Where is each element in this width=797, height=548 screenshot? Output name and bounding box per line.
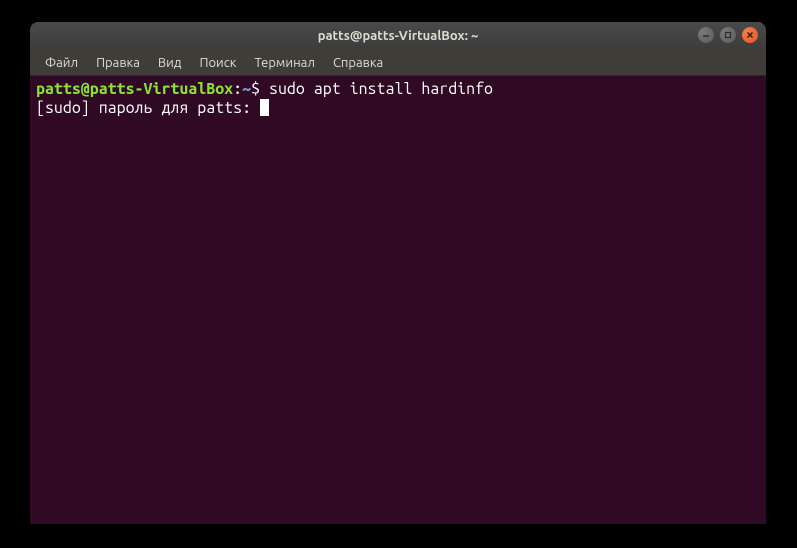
prompt-colon: : bbox=[233, 80, 242, 98]
titlebar[interactable]: patts@patts-VirtualBox: ~ bbox=[30, 22, 766, 50]
menu-edit[interactable]: Правка bbox=[87, 52, 149, 74]
prompt-symbol: $ bbox=[251, 80, 260, 98]
menu-search[interactable]: Поиск bbox=[190, 52, 245, 74]
close-button[interactable] bbox=[742, 27, 758, 43]
menu-terminal[interactable]: Терминал bbox=[245, 52, 323, 74]
sudo-password-prompt: [sudo] пароль для patts: bbox=[36, 99, 260, 117]
window-title: patts@patts-VirtualBox: ~ bbox=[318, 29, 479, 43]
prompt-user-host: patts@patts-VirtualBox bbox=[36, 80, 233, 98]
menu-file[interactable]: Файл bbox=[36, 52, 87, 74]
entered-command: sudo apt install hardinfo bbox=[269, 80, 493, 98]
terminal-output[interactable]: patts@patts-VirtualBox:~$ sudo apt insta… bbox=[30, 76, 766, 524]
menu-help[interactable]: Справка bbox=[324, 52, 392, 74]
cursor bbox=[260, 99, 269, 116]
minimize-icon bbox=[702, 31, 710, 39]
terminal-window: patts@patts-VirtualBox: ~ Файл Правка Ви… bbox=[30, 22, 766, 524]
menubar: Файл Правка Вид Поиск Терминал Справка bbox=[30, 50, 766, 76]
command-text bbox=[260, 80, 269, 98]
maximize-icon bbox=[724, 31, 732, 39]
minimize-button[interactable] bbox=[698, 27, 714, 43]
maximize-button[interactable] bbox=[720, 27, 736, 43]
close-icon bbox=[746, 31, 754, 39]
menu-view[interactable]: Вид bbox=[149, 52, 191, 74]
prompt-path: ~ bbox=[242, 80, 251, 98]
window-controls bbox=[698, 27, 758, 43]
